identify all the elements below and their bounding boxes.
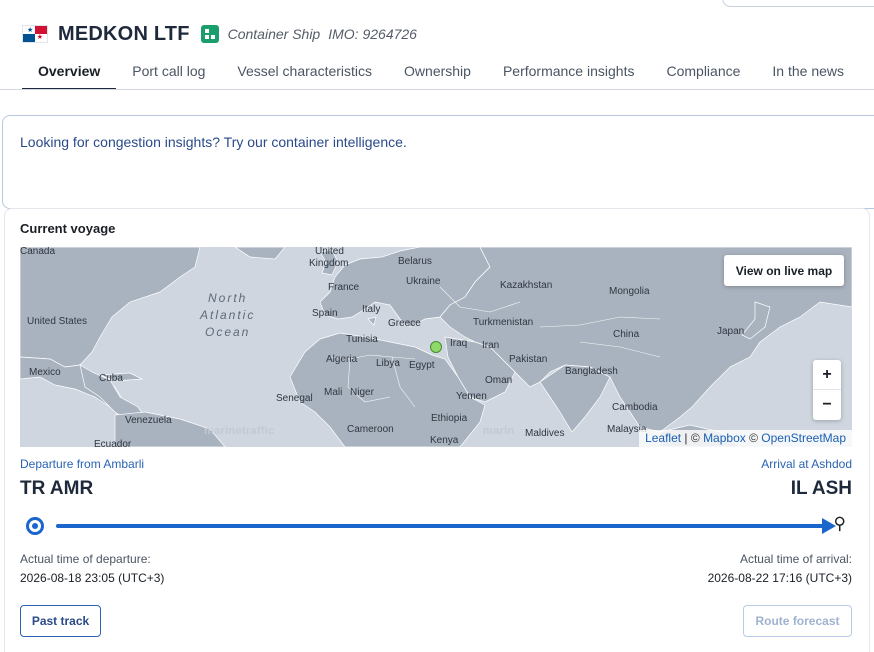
departure-port-code: TR AMR [20, 478, 94, 499]
map-label: Belarus [398, 256, 432, 267]
tab-vessel-characteristics[interactable]: Vessel characteristics [221, 59, 388, 90]
voyage-map[interactable]: North Atlantic Ocean Canada United Kingd… [20, 247, 852, 447]
route-forecast-button[interactable]: Route forecast [743, 605, 852, 637]
departure-time-label: Actual time of departure: [20, 552, 151, 566]
map-label: Kazakhstan [500, 280, 553, 291]
map-label: Cameroon [347, 424, 394, 435]
map-label: Senegal [276, 393, 313, 404]
map-label: France [328, 282, 360, 293]
tab-port-call-log[interactable]: Port call log [116, 59, 221, 90]
tab-performance-insights[interactable]: Performance insights [487, 59, 651, 90]
arrival-port-label[interactable]: Arrival at Ashdod [761, 457, 852, 471]
map-label: Ethiopia [431, 413, 468, 424]
map-label: United States [27, 316, 88, 327]
tab-bar: Overview Port call log Vessel characteri… [22, 59, 860, 90]
voyage-progress-bar [56, 524, 824, 528]
map-label: Oman [485, 375, 513, 386]
departure-port-label[interactable]: Departure from Ambarli [20, 457, 144, 471]
map-label: Mongolia [609, 286, 650, 297]
map-label: Iran [482, 340, 500, 351]
tab-compliance[interactable]: Compliance [650, 59, 756, 90]
map-label: Maldives [525, 428, 565, 439]
arrival-port-code: IL ASH [790, 478, 852, 499]
zoom-in-button[interactable]: + [813, 360, 841, 390]
map-label: Mali [324, 387, 343, 398]
watermark: marinetraffic [204, 425, 275, 437]
map-label: Iraq [450, 338, 468, 349]
map-label: Niger [350, 387, 374, 398]
arrival-time: 2026-08-22 17:16 (UTC+3) [707, 571, 852, 585]
search-input[interactable] [722, 0, 874, 7]
past-track-button[interactable]: Past track [20, 605, 101, 637]
map-label: Canada [20, 247, 56, 257]
voyage-progress: ⚲ [26, 514, 846, 536]
map-label: Ukraine [406, 276, 441, 287]
departure-time: 2026-08-18 23:05 (UTC+3) [20, 571, 165, 585]
map-label: Libya [376, 358, 400, 369]
map-label: Cuba [99, 373, 123, 384]
mapbox-link[interactable]: Mapbox [703, 431, 746, 445]
map-label: Pakistan [509, 354, 548, 365]
vessel-type: Container Ship [227, 26, 321, 42]
map-label: Algeria [326, 354, 358, 365]
attribution-separator: © [745, 431, 762, 445]
map-label: Italy [362, 304, 381, 315]
map-label: Yemen [456, 391, 487, 402]
zoom-out-button[interactable]: − [813, 390, 841, 420]
departure-dot-icon [26, 517, 44, 535]
map-label: Turkmenistan [473, 317, 534, 328]
tab-ownership[interactable]: Ownership [388, 59, 487, 90]
zoom-control: + − [813, 360, 841, 420]
tabs-divider [0, 89, 874, 90]
vessel-header: ★ ★ MEDKON LTF Container Ship IMO: 926472… [22, 22, 417, 46]
map-attribution: Leaflet | © Mapbox © OpenStreetMap [639, 430, 852, 447]
map-label: Venezuela [125, 415, 172, 426]
map-label: Bangladesh [565, 366, 618, 377]
map-label: United [315, 247, 344, 257]
map-label: Japan [717, 326, 745, 337]
tab-in-the-news[interactable]: In the news [756, 59, 860, 90]
map-label: Ecuador [94, 439, 132, 447]
container-ship-icon [200, 25, 219, 43]
ship-position-icon: ⚲ [833, 514, 846, 533]
map-label: Mexico [29, 367, 61, 378]
vessel-name: MEDKON LTF [58, 22, 190, 45]
map-label: Tunisia [346, 334, 378, 345]
attribution-separator: | © [681, 431, 704, 445]
panama-flag-icon: ★ ★ [22, 25, 48, 43]
banner-text: Looking for congestion insights? Try our… [20, 134, 407, 150]
map-label: Kingdom [309, 258, 349, 269]
imo-number: IMO: 9264726 [328, 26, 417, 42]
leaflet-link[interactable]: Leaflet [645, 431, 681, 445]
watermark: marin [483, 425, 515, 437]
view-live-map-button[interactable]: View on live map [724, 255, 844, 286]
map-label: Spain [312, 308, 338, 319]
map-label: Kenya [430, 435, 459, 446]
map-label: Greece [388, 318, 421, 329]
openstreetmap-link[interactable]: OpenStreetMap [761, 431, 846, 445]
voyage-title: Current voyage [20, 221, 116, 236]
vessel-position-marker [430, 341, 442, 353]
container-intelligence-banner[interactable]: Looking for congestion insights? Try our… [2, 115, 874, 209]
tab-overview[interactable]: Overview [22, 59, 117, 90]
map-label: Cambodia [612, 402, 658, 413]
arrival-time-label: Actual time of arrival: [739, 552, 852, 566]
ocean-label: North Atlantic Ocean [200, 291, 256, 339]
map-label: Egypt [409, 360, 435, 371]
map-label: China [613, 329, 640, 340]
